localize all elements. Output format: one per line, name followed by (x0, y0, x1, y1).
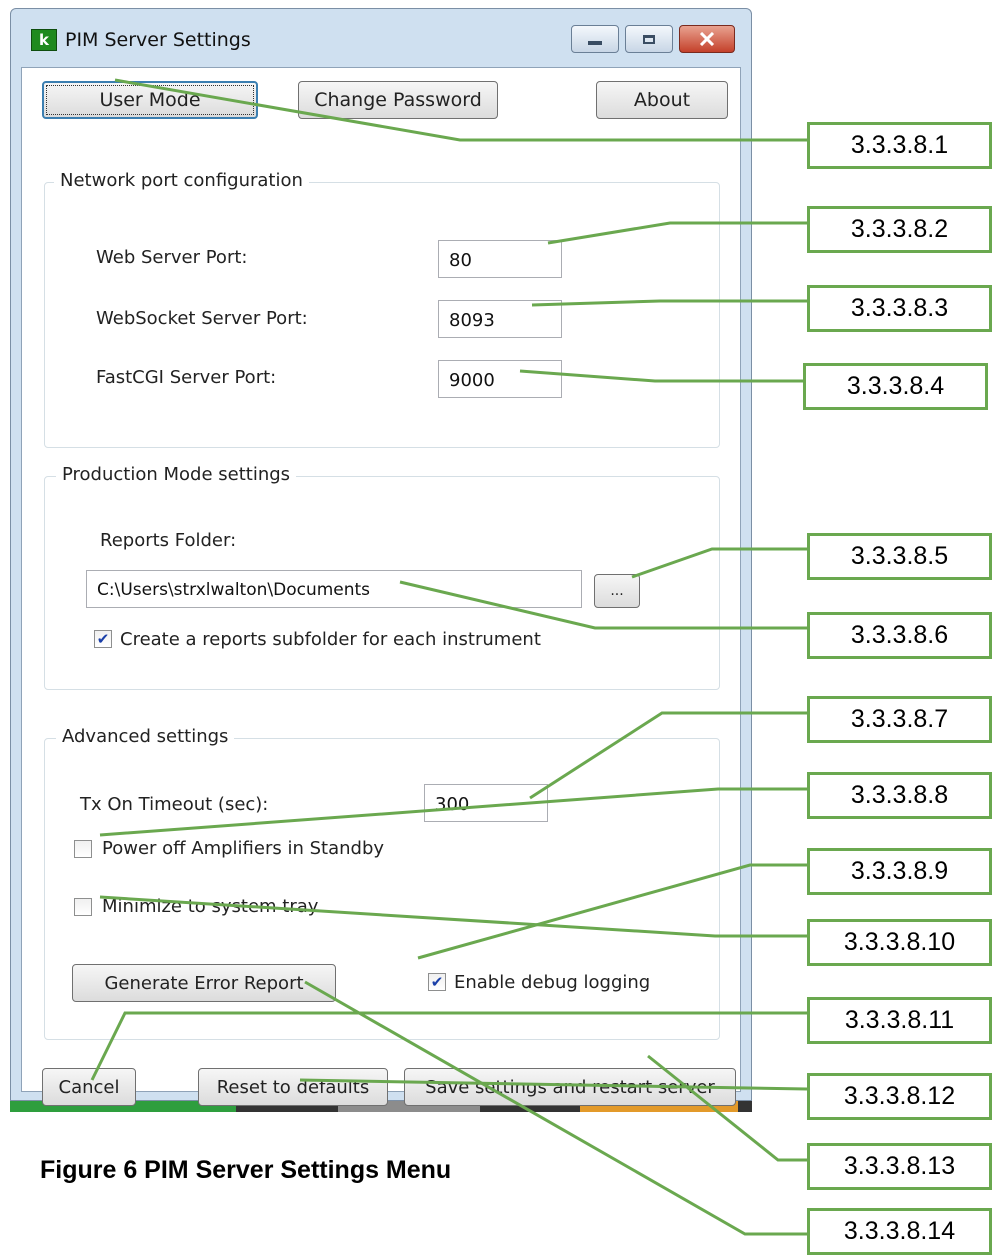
leader-line-5 (631, 547, 807, 579)
figure-caption: Figure 6 PIM Server Settings Menu (40, 1156, 452, 1184)
leader-line-14 (304, 980, 807, 1236)
callout-6: 3.3.3.8.6 (807, 612, 992, 659)
callout-7: 3.3.3.8.7 (807, 696, 992, 743)
callout-11: 3.3.3.8.11 (807, 997, 992, 1044)
leader-line-10 (99, 895, 807, 938)
callout-10: 3.3.3.8.10 (807, 919, 992, 966)
callout-3: 3.3.3.8.3 (807, 285, 992, 332)
callout-8: 3.3.3.8.8 (807, 772, 992, 819)
callout-9: 3.3.3.8.9 (807, 848, 992, 895)
leader-line-9 (417, 863, 807, 960)
callout-1: 3.3.3.8.1 (807, 122, 992, 169)
leader-line-3 (531, 299, 807, 307)
leader-line-1 (114, 78, 807, 142)
leader-line-6 (399, 580, 807, 630)
leader-line-8 (99, 787, 807, 837)
callout-12: 3.3.3.8.12 (807, 1073, 992, 1120)
callout-2: 3.3.3.8.2 (807, 206, 992, 253)
callout-13: 3.3.3.8.13 (807, 1143, 992, 1190)
leader-line-13 (647, 1054, 807, 1162)
callout-4: 3.3.3.8.4 (803, 363, 988, 410)
leader-line-2 (547, 221, 807, 245)
callout-14: 3.3.3.8.14 (807, 1208, 992, 1255)
callout-5: 3.3.3.8.5 (807, 533, 992, 580)
leader-line-11 (90, 1011, 807, 1081)
leader-line-12 (299, 1078, 808, 1091)
leader-line-4 (519, 369, 807, 383)
leader-line-7 (529, 711, 807, 800)
